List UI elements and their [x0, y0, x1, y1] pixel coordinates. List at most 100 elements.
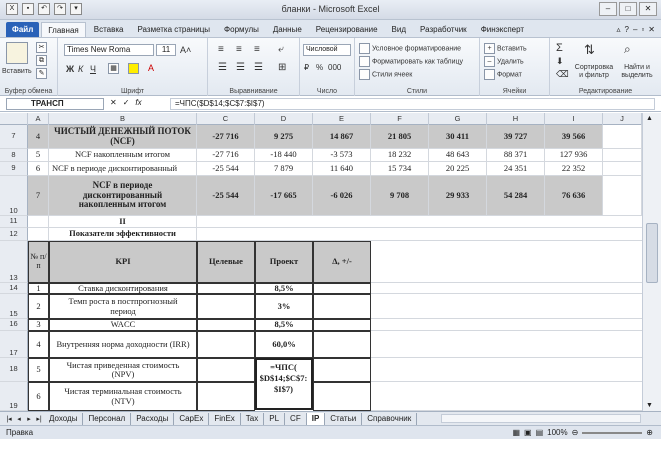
horizontal-scrollbar[interactable] [441, 414, 641, 423]
font-color-icon[interactable]: A [148, 63, 154, 73]
scroll-thumb[interactable] [646, 223, 658, 283]
clear-icon[interactable]: ⌫ [556, 69, 569, 80]
cell-a11[interactable] [28, 216, 49, 228]
cell-c16[interactable] [197, 319, 255, 331]
cell-i10[interactable]: 76 636 [545, 176, 603, 216]
cell-c17[interactable] [197, 331, 255, 358]
format-cells-button[interactable]: Формат [484, 69, 522, 80]
page-break-icon[interactable]: ▤ [536, 426, 544, 439]
cell-d18-editing[interactable]: =ЧПС( $D$14;$C$7: $I$7) [255, 358, 313, 410]
font-size-select[interactable]: 11 [156, 44, 176, 56]
row-header[interactable]: 9 [0, 162, 28, 176]
cell-j7[interactable] [603, 125, 642, 149]
empty-cells[interactable] [371, 294, 642, 319]
cell-j8[interactable] [603, 149, 642, 162]
format-as-table-button[interactable]: Форматировать как таблицу [359, 56, 463, 67]
cell-i7[interactable]: 39 566 [545, 125, 603, 149]
sheet-tab-active[interactable]: IP [306, 412, 326, 425]
cell-d13[interactable]: Проект [255, 241, 313, 283]
align-top-icon[interactable]: ≡ [218, 44, 224, 55]
window-minimize-icon[interactable]: – [633, 25, 637, 34]
sheet-tab[interactable]: CF [285, 412, 307, 425]
sort-filter-button[interactable]: Сортировка и фильтр [572, 64, 616, 80]
tab-insert[interactable]: Вставка [88, 22, 130, 37]
scroll-up-icon[interactable]: ▲ [646, 115, 653, 122]
cell-e8[interactable]: -3 573 [313, 149, 371, 162]
sheet-tab[interactable]: CapEx [174, 412, 210, 425]
cell-h9[interactable]: 24 351 [487, 162, 545, 176]
cell-f10[interactable]: 9 708 [371, 176, 429, 216]
sheet-tab[interactable]: PL [264, 412, 286, 425]
cell-c18[interactable] [197, 358, 255, 382]
cell-a12[interactable] [28, 228, 49, 241]
copy-icon[interactable]: ⧉ [36, 55, 47, 66]
grow-font-icon[interactable]: A˄ [180, 45, 191, 55]
cell-a7[interactable]: 4 [28, 125, 49, 149]
insert-cells-button[interactable]: + Вставить [484, 43, 527, 54]
number-format-select[interactable]: Числовой [303, 44, 351, 56]
find-select-icon[interactable]: ⌕ [624, 42, 631, 57]
row-header[interactable]: 12 [0, 228, 28, 241]
cancel-icon[interactable]: ✕ [110, 98, 117, 107]
cell-c13[interactable]: Целевые [197, 241, 255, 283]
cell-a9[interactable]: 6 [28, 162, 49, 176]
sheet-tab[interactable]: Персонал [83, 412, 132, 425]
cell-a19[interactable]: 6 [28, 382, 49, 411]
minimize-icon[interactable]: – [599, 2, 617, 16]
cell-b11[interactable]: II [49, 216, 197, 228]
cell-a13[interactable]: № п/п [28, 241, 49, 283]
cell-a15[interactable]: 2 [28, 294, 49, 319]
column-header-f[interactable]: F [371, 113, 429, 125]
cell-e7[interactable]: 14 867 [313, 125, 371, 149]
currency-icon[interactable]: ₽ [304, 63, 309, 72]
cell-c9[interactable]: -25 544 [197, 162, 255, 176]
empty-cells[interactable] [371, 331, 642, 358]
row-header[interactable]: 11 [0, 216, 28, 228]
tab-finexpert[interactable]: Финэксперт [475, 22, 530, 37]
zoom-level[interactable]: 100% [547, 426, 567, 439]
column-header-i[interactable]: I [545, 113, 603, 125]
cell-b12[interactable]: Показатели эффективности [49, 228, 197, 241]
cell-b19[interactable]: Чистая терминальная стоимость (NTV) [49, 382, 197, 411]
row-header[interactable]: 17 [0, 331, 28, 358]
autosum-icon[interactable]: Σ [556, 42, 563, 54]
empty-cells[interactable] [197, 216, 642, 228]
cell-e18[interactable] [313, 358, 371, 382]
cell-e9[interactable]: 11 640 [313, 162, 371, 176]
column-header-a[interactable]: A [28, 113, 49, 125]
tab-page-layout[interactable]: Разметка страницы [131, 22, 216, 37]
cell-a17[interactable]: 4 [28, 331, 49, 358]
cell-a10[interactable]: 7 [28, 176, 49, 216]
empty-cells[interactable] [371, 358, 642, 382]
select-all-corner[interactable] [0, 113, 28, 125]
tab-developer[interactable]: Разработчик [414, 22, 473, 37]
row-header[interactable]: 16 [0, 319, 28, 331]
thousands-icon[interactable]: 000 [328, 63, 341, 72]
cell-g7[interactable]: 30 411 [429, 125, 487, 149]
format-painter-icon[interactable]: ✎ [36, 68, 47, 79]
tab-view[interactable]: Вид [386, 22, 412, 37]
cell-b7[interactable]: ЧИСТЫЙ ДЕНЕЖНЫЙ ПОТОК (NCF) [49, 125, 197, 149]
enter-icon[interactable]: ✓ [123, 98, 130, 107]
empty-cells[interactable] [197, 228, 642, 241]
cell-d7[interactable]: 9 275 [255, 125, 313, 149]
insert-function-icon[interactable]: fx [135, 98, 141, 107]
cell-g9[interactable]: 20 225 [429, 162, 487, 176]
cell-d15[interactable]: 3% [255, 294, 313, 319]
row-header[interactable]: 14 [0, 283, 28, 294]
empty-cells[interactable] [371, 283, 642, 294]
row-header[interactable]: 19 [0, 382, 28, 411]
cell-d17[interactable]: 60,0% [255, 331, 313, 358]
cell-e14[interactable] [313, 283, 371, 294]
normal-view-icon[interactable]: ▦ [512, 426, 520, 439]
tab-file[interactable]: Файл [6, 22, 40, 37]
borders-icon[interactable]: ▦ [108, 63, 119, 74]
cell-c10[interactable]: -25 544 [197, 176, 255, 216]
row-header[interactable]: 13 [0, 241, 28, 283]
row-header[interactable]: 10 [0, 176, 28, 216]
cell-c14[interactable] [197, 283, 255, 294]
cell-d8[interactable]: -18 440 [255, 149, 313, 162]
prev-sheet-icon[interactable]: ◂ [14, 415, 24, 423]
cell-b8[interactable]: NCF накопленным итогом [49, 149, 197, 162]
cell-a14[interactable]: 1 [28, 283, 49, 294]
